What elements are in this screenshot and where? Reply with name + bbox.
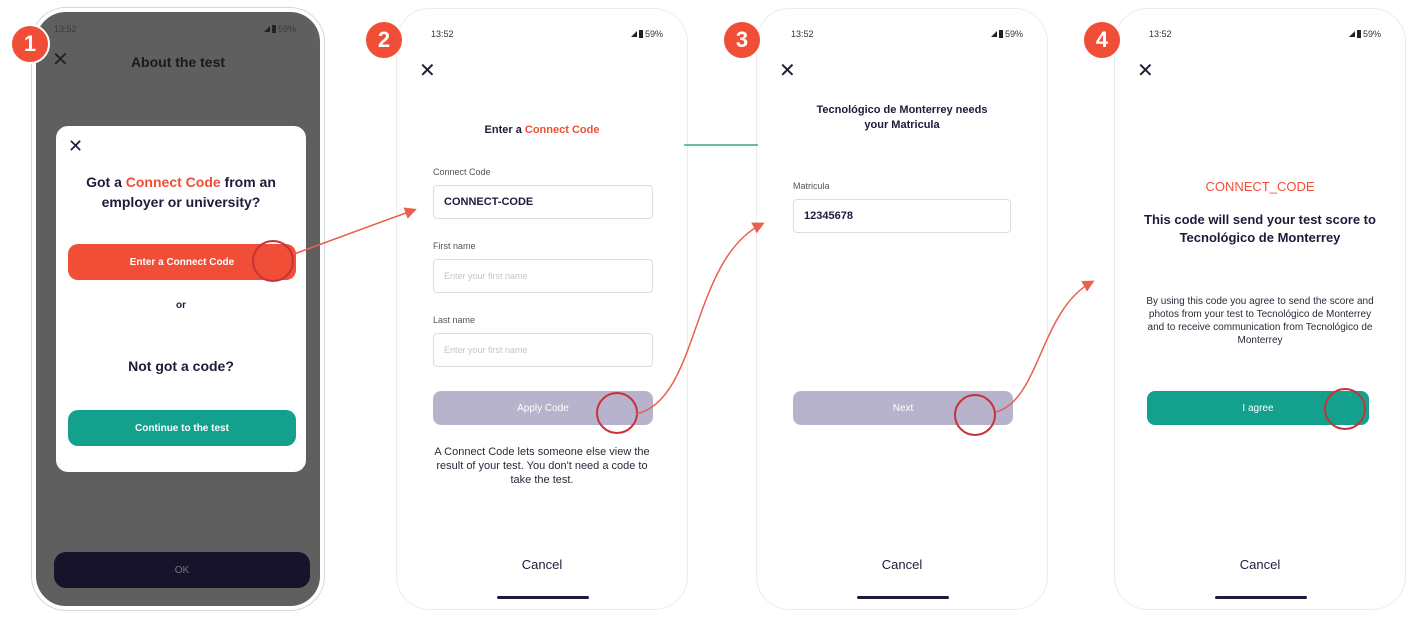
flow-arrow-3-to-4 [995, 280, 1095, 413]
flow-arrow-2-to-3 [635, 222, 765, 415]
flow-arrow-1-to-2 [293, 207, 417, 255]
flow-arrows [293, 144, 1095, 415]
